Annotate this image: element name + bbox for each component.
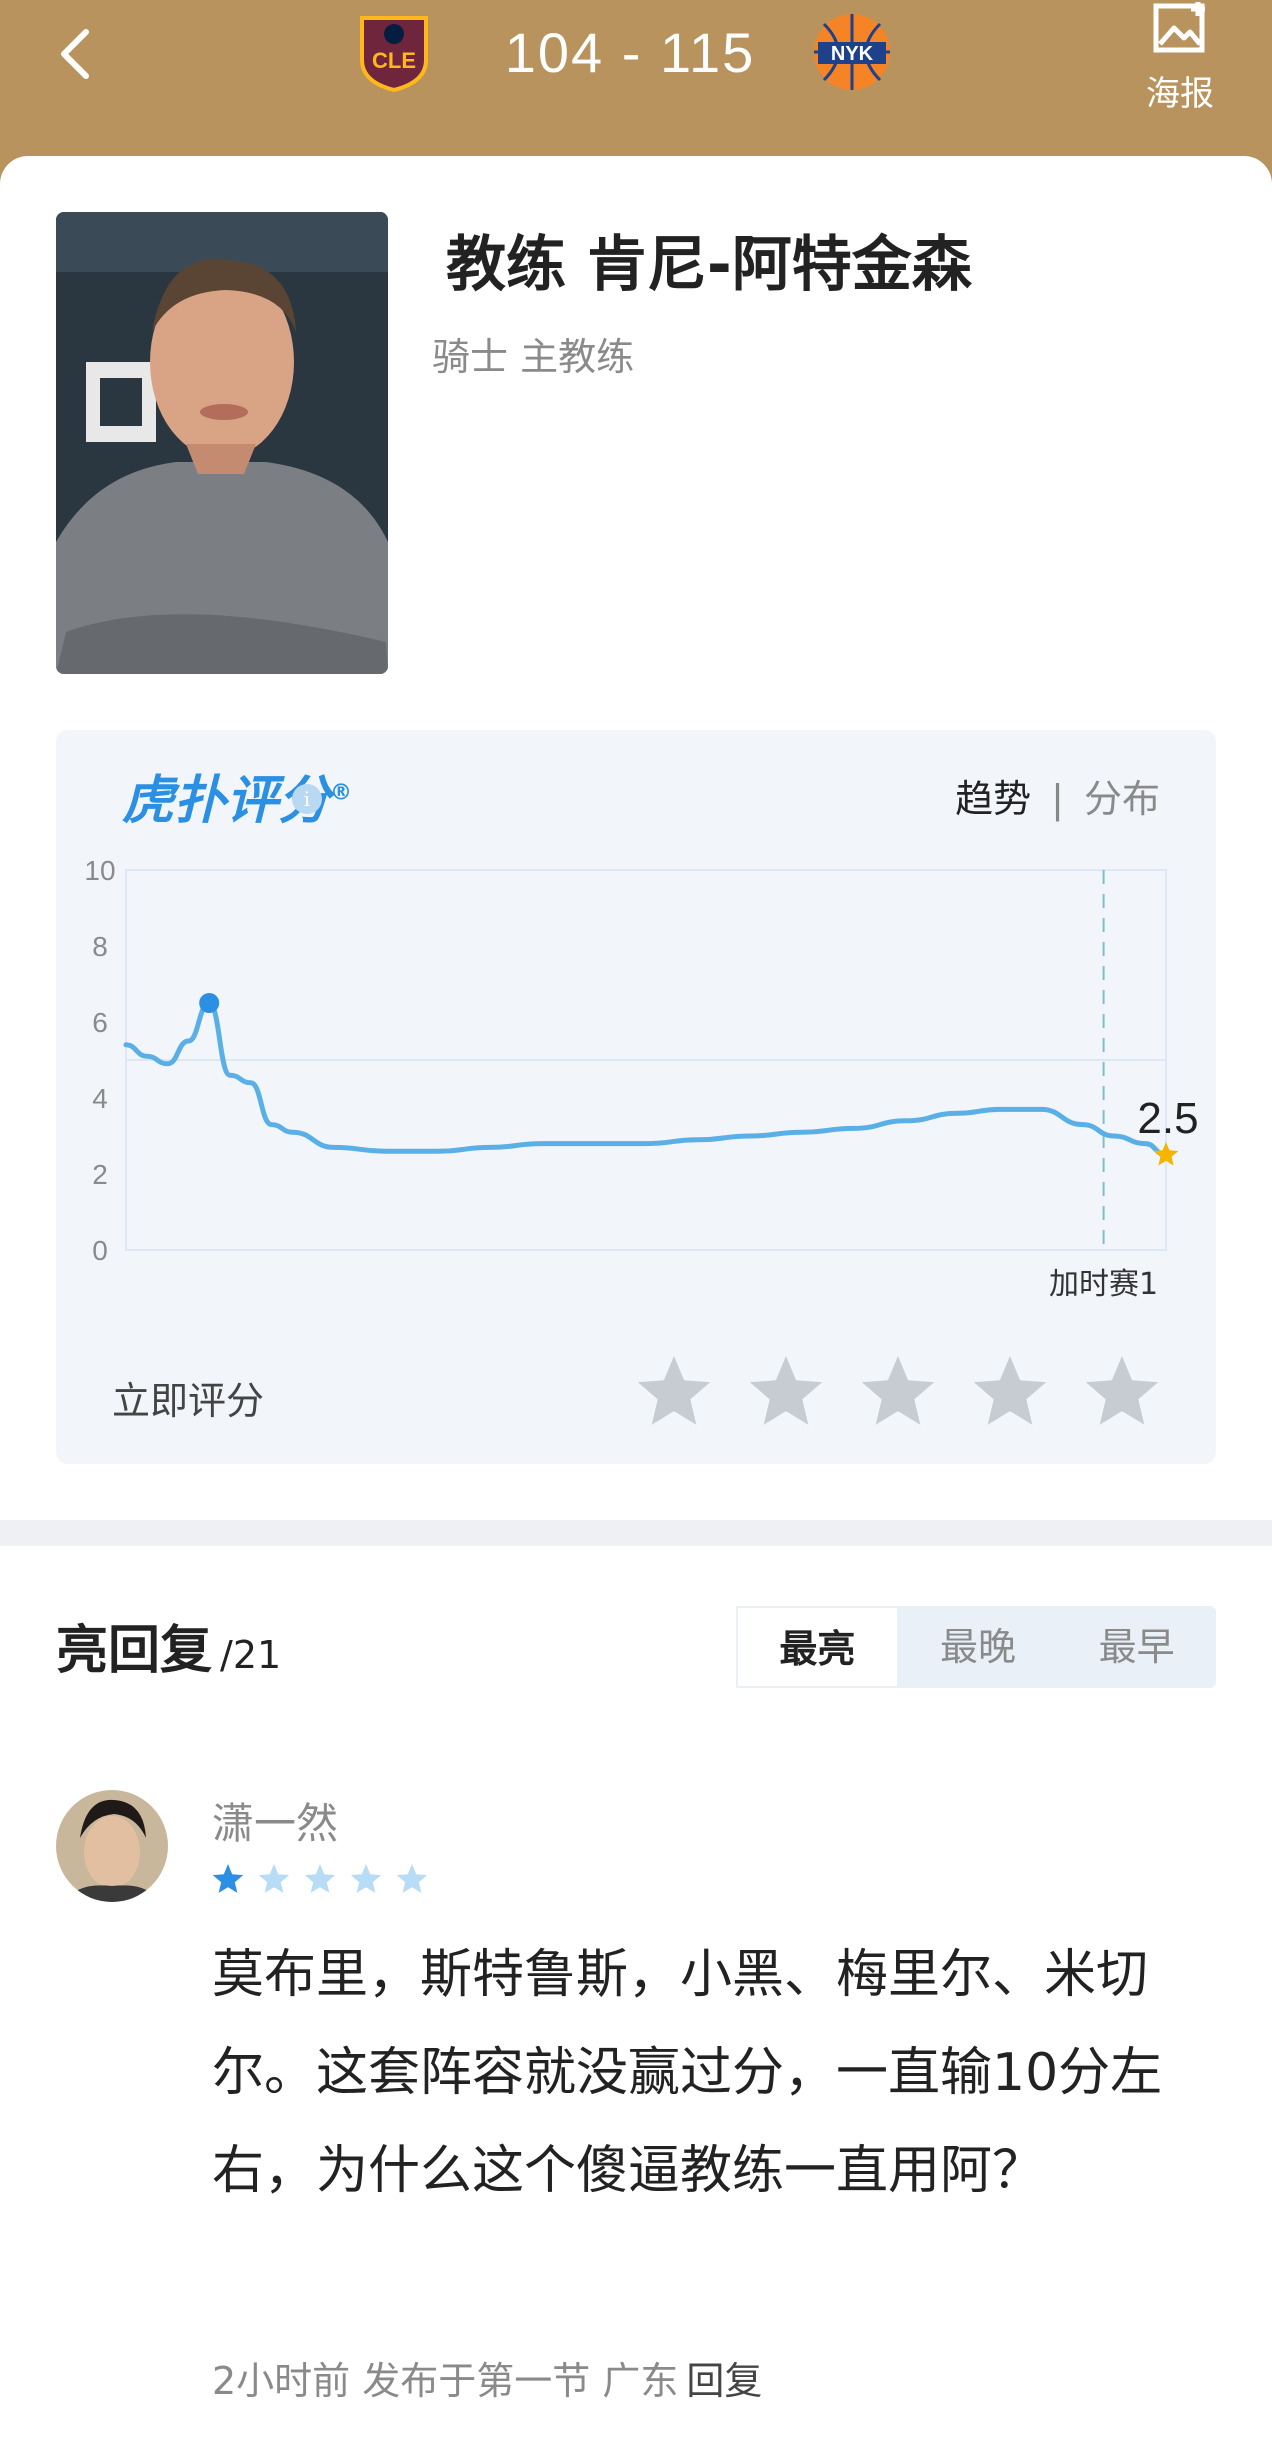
reply-button[interactable]: 回复 (686, 2359, 762, 2403)
rate-star-icon[interactable] (636, 1354, 716, 1434)
coach-card: 教练 肯尼-阿特金森 骑士 主教练 虎扑评分® i 趋势 | 分布 10 8 6 4 2 0 加… (0, 156, 1272, 1516)
section-divider (0, 1520, 1272, 1546)
cle-team-logo[interactable]: CLE (352, 10, 436, 94)
rating-star-icon (258, 1864, 290, 1893)
tab-distribution[interactable]: 分布 (1084, 777, 1160, 821)
rating-star-icon (212, 1864, 244, 1893)
sort-tabs: 最亮 最晚 最早 (736, 1606, 1216, 1688)
sort-tab-brightest[interactable]: 最亮 (736, 1606, 899, 1688)
rate-star-icon[interactable] (972, 1354, 1052, 1434)
tab-separator: | (1051, 777, 1064, 821)
game-score: 104 - 115 (504, 21, 756, 84)
comment-meta-text: 2小时前 发布于第一节 广东 (212, 2359, 679, 2403)
y-tick-label: 10 (84, 855, 115, 886)
svg-text:NYK: NYK (831, 43, 874, 65)
y-tick-label: 8 (92, 931, 108, 962)
rating-panel: 虎扑评分® i 趋势 | 分布 10 8 6 4 2 0 加时赛1 2.5 立即评分 (56, 730, 1216, 1464)
sort-tab-earliest[interactable]: 最早 (1057, 1606, 1216, 1688)
nyk-team-logo[interactable]: NYK (810, 10, 894, 94)
overtime-label: 加时赛1 (1049, 1267, 1158, 1302)
comments-count: /21 (220, 1633, 282, 1677)
comment-meta: 2小时前 发布于第一节 广东 回复 (212, 2350, 762, 2405)
rating-star-icon (304, 1864, 336, 1893)
y-tick-label: 0 (92, 1235, 108, 1266)
avatar[interactable] (56, 1790, 168, 1902)
y-tick-label: 6 (92, 1007, 108, 1038)
info-icon[interactable]: i (292, 784, 322, 814)
rate-star-icon[interactable] (1084, 1354, 1164, 1434)
comment-user-rating (212, 1862, 432, 1898)
comment-text: 莫布里，斯特鲁斯，小黑、梅里尔、米切尔。这套阵容就没赢过分，一直输10分左右，为… (212, 1945, 1163, 2201)
poster-button[interactable]: 海报 (1130, 0, 1230, 114)
svg-text:CLE: CLE (372, 48, 416, 73)
y-tick-label: 4 (92, 1083, 108, 1114)
coach-photo (56, 212, 388, 674)
y-tick-label: 2 (92, 1159, 108, 1190)
coach-name: 教练 肯尼-阿特金森 (446, 230, 972, 300)
rating-star-icon (350, 1864, 382, 1893)
back-arrow-icon[interactable] (48, 18, 108, 88)
comments-title: 亮回复/21 (56, 1608, 281, 1683)
rating-trend-chart: 10 8 6 4 2 0 加时赛1 2.5 (84, 855, 1198, 1302)
rating-trend-line (123, 1000, 1169, 1158)
sort-tab-latest[interactable]: 最晚 (899, 1606, 1058, 1688)
rate-star-icon[interactable] (860, 1354, 940, 1434)
registered-mark: ® (330, 780, 353, 806)
rate-stars (636, 1354, 1164, 1434)
poster-label: 海报 (1146, 74, 1214, 114)
rate-now-label: 立即评分 (112, 1379, 265, 1423)
peak-point (199, 993, 220, 1013)
rating-star-icon (396, 1864, 428, 1893)
comments-title-text: 亮回复 (56, 1621, 213, 1681)
image-icon (1153, 2, 1205, 53)
tab-trend[interactable]: 趋势 (955, 777, 1031, 821)
final-rating-label: 2.5 (1137, 1094, 1198, 1143)
coach-role: 骑士 主教练 (432, 335, 635, 379)
view-toggle: 趋势 | 分布 (955, 768, 1160, 823)
rate-star-icon[interactable] (748, 1354, 828, 1434)
comment-username[interactable]: 潇一然 (212, 1790, 338, 1851)
